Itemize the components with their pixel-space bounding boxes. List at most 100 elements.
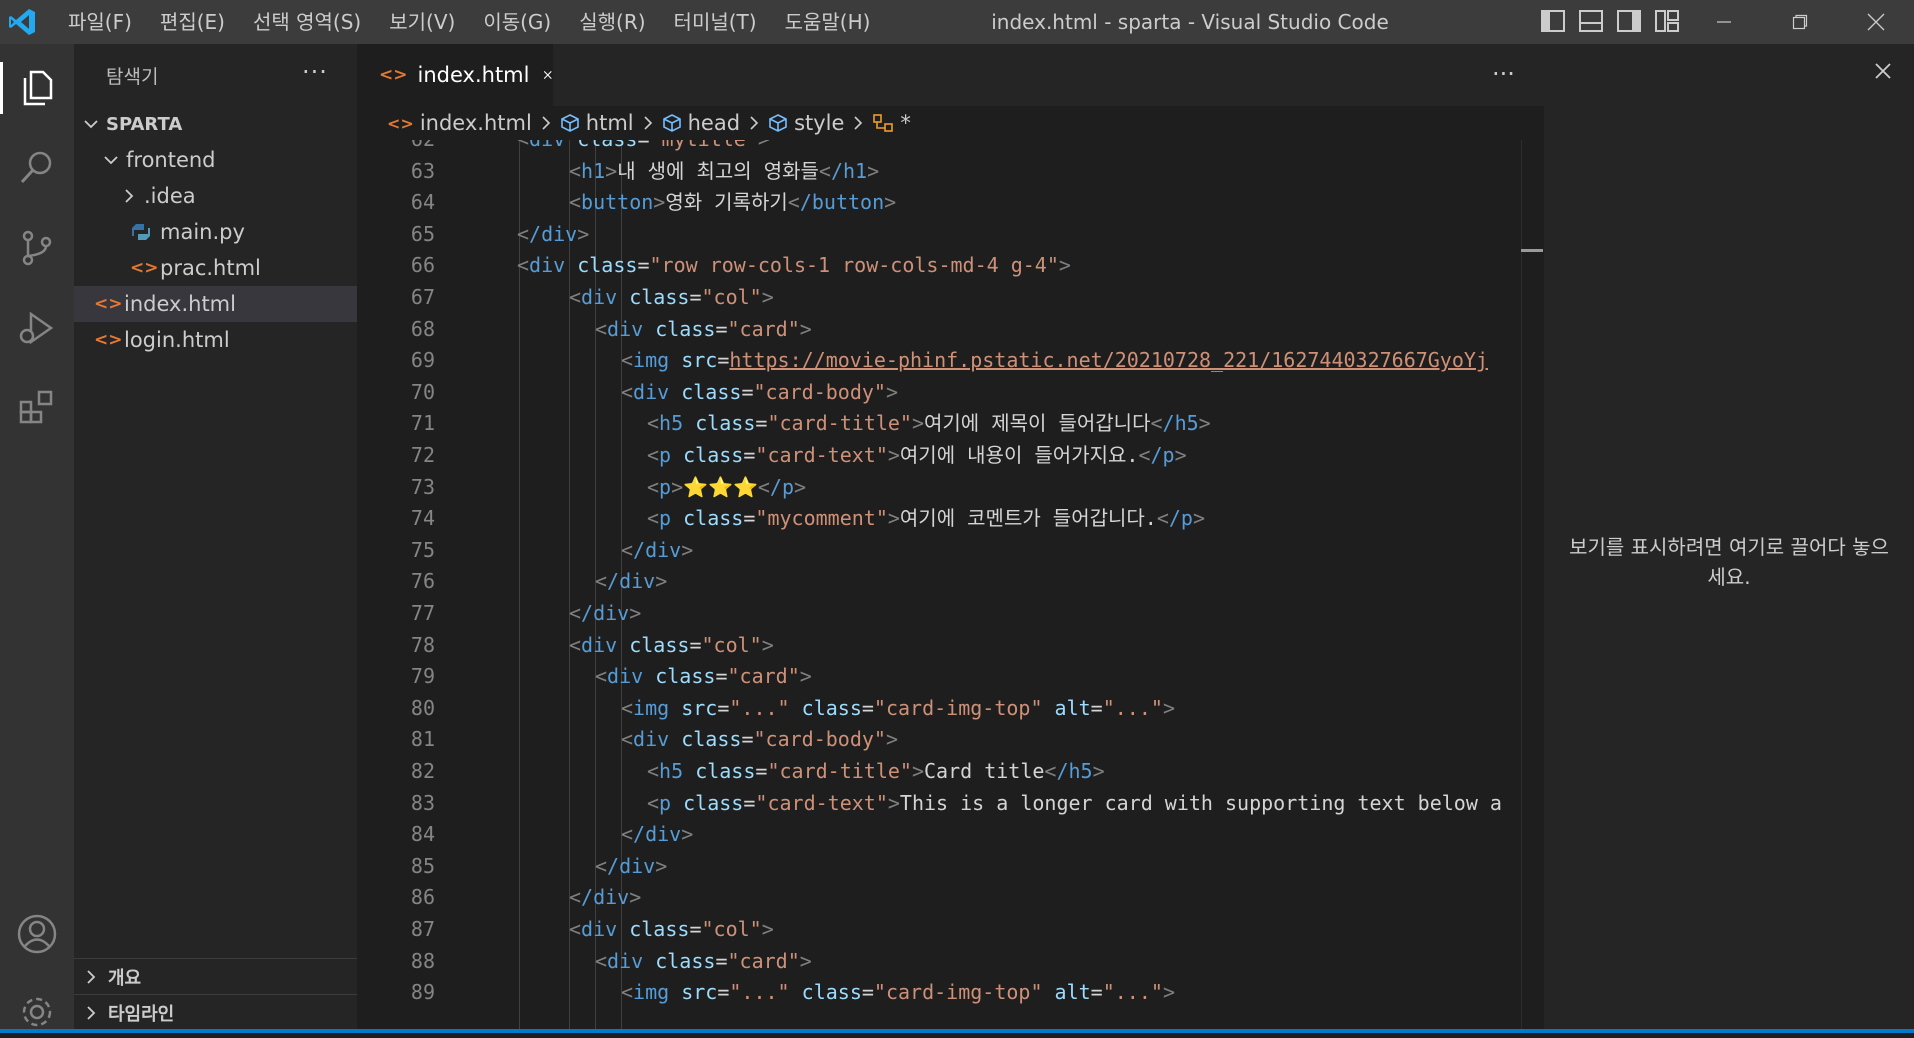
customize-layout-icon[interactable]	[1654, 8, 1680, 34]
timeline-section[interactable]: 타임라인	[74, 994, 357, 1030]
code-line: <div class="card-body">	[621, 379, 898, 404]
account-icon	[17, 914, 57, 954]
chevron-right-icon	[87, 969, 96, 984]
tree-item-label: main.py	[160, 220, 245, 244]
tab-label: index.html	[417, 63, 530, 87]
chevron-right-icon	[644, 116, 652, 130]
workspace-root-label: SPARTA	[106, 113, 183, 135]
search-button[interactable]	[11, 142, 63, 194]
code-line: <img src="..." class="card-img-top" alt=…	[621, 695, 1175, 720]
menu-file[interactable]: 파일(F)	[54, 0, 146, 44]
code-line: </div>	[569, 885, 642, 910]
tree-item-idea[interactable]: .idea	[74, 178, 357, 214]
breadcrumb-selector[interactable]: *	[872, 111, 911, 135]
tree-item-label: .idea	[144, 184, 196, 208]
extensions-button[interactable]	[11, 382, 63, 434]
workspace-root[interactable]: SPARTA	[74, 106, 357, 142]
code-line: <p>⭐⭐⭐</p>	[647, 474, 807, 499]
tree-item-prac-html[interactable]: <> prac.html	[74, 250, 357, 286]
restore-button[interactable]	[1764, 0, 1836, 44]
breadcrumb-head[interactable]: head	[662, 111, 740, 135]
close-icon[interactable]	[1874, 62, 1892, 80]
editor-more-actions[interactable]: ···	[1492, 60, 1515, 88]
code-lines: <div class="mytitle"> <h1>내 생에 최고의 영화들</…	[357, 140, 1544, 1033]
python-file-icon	[132, 224, 150, 240]
menu-help[interactable]: 도움말(H)	[771, 0, 885, 44]
code-line: <img src=https://movie-phinf.pstatic.net…	[621, 348, 1488, 373]
code-line: </div>	[517, 221, 590, 246]
status-bar-edge	[0, 1029, 1914, 1033]
breadcrumb-html[interactable]: html	[560, 111, 634, 135]
close-window-button[interactable]	[1840, 0, 1912, 44]
explorer-more-actions[interactable]: ···	[302, 58, 328, 86]
chevron-right-icon	[542, 116, 550, 130]
chevron-right-icon	[125, 189, 134, 203]
html-file-icon: <>	[94, 330, 123, 350]
toggle-panel-icon[interactable]	[1578, 8, 1604, 34]
run-debug-button[interactable]	[11, 302, 63, 354]
outline-label: 개요	[108, 967, 142, 989]
account-button[interactable]	[11, 908, 63, 960]
timeline-label: 타임라인	[108, 1003, 175, 1025]
html-file-icon: <>	[387, 113, 414, 133]
menu-run[interactable]: 실행(R)	[565, 0, 659, 44]
menu-terminal[interactable]: 터미널(T)	[660, 0, 771, 44]
menu-selection[interactable]: 선택 영역(S)	[239, 0, 375, 44]
tree-item-label: login.html	[124, 328, 230, 352]
outline-section[interactable]: 개요	[74, 958, 357, 994]
restore-icon	[1792, 14, 1808, 30]
code-line: <div class="card">	[595, 664, 812, 689]
code-line: <h5 class="card-title">Card title</h5>	[647, 759, 1105, 783]
code-line: <div class="col">	[569, 632, 774, 657]
cube-symbol-icon	[769, 114, 787, 132]
code-line: <p class="mycomment">여기에 코멘트가 들어갑니다.</p>	[647, 506, 1206, 531]
menu-go[interactable]: 이동(G)	[469, 0, 565, 44]
code-line: <button>영화 기록하기</button>	[569, 190, 897, 215]
code-line: <div class="card">	[595, 316, 812, 341]
breadcrumb: <> index.html html head style *	[357, 106, 1544, 140]
tab-index-html[interactable]: <> index.html	[357, 44, 553, 106]
code-line: <h1>내 생에 최고의 영화들</h1>	[569, 158, 880, 183]
minimize-button[interactable]	[1688, 0, 1760, 44]
code-line: </div>	[569, 601, 642, 625]
tree-item-label: prac.html	[160, 256, 261, 280]
explorer-header: 탐색기 ···	[74, 44, 357, 106]
menu-edit[interactable]: 편집(E)	[146, 0, 239, 44]
code-line: <div class="col">	[569, 917, 774, 941]
chevron-right-icon	[750, 116, 759, 130]
search-icon	[20, 151, 52, 184]
menu-view[interactable]: 보기(V)	[375, 0, 469, 44]
code-line: <p class="card-text">This is a longer ca…	[647, 790, 1502, 815]
tree-item-frontend[interactable]: frontend	[74, 142, 357, 178]
code-line: <img src="..." class="card-img-top" alt=…	[621, 980, 1175, 1005]
code-line: </div>	[595, 569, 668, 594]
tree-item-index-html[interactable]: <> index.html	[74, 286, 357, 322]
close-icon	[1867, 13, 1885, 31]
toggle-primary-sidebar-icon[interactable]	[1540, 8, 1566, 34]
drop-view-message: 보기를 표시하려면 여기로 끌어다 놓으세요.	[1569, 535, 1889, 589]
breadcrumb-label: style	[794, 111, 845, 135]
html-file-icon: <>	[130, 258, 159, 278]
breadcrumb-file[interactable]: <> index.html	[387, 111, 532, 135]
explorer-icon	[23, 70, 53, 106]
close-tab-icon[interactable]	[543, 67, 553, 83]
extensions-icon	[19, 390, 53, 424]
tree-item-login-html[interactable]: <> login.html	[74, 322, 357, 358]
code-line: <div class="mytitle">	[457, 140, 770, 156]
star-rating: ⭐⭐⭐	[683, 474, 758, 499]
source-control-icon	[22, 230, 52, 266]
breadcrumb-style[interactable]: style	[768, 111, 844, 135]
editor-vertical-scrollbar[interactable]	[1521, 140, 1544, 1033]
explorer-title: 탐색기	[106, 66, 159, 88]
source-control-button[interactable]	[11, 222, 63, 274]
css-selector-icon	[873, 114, 894, 132]
toggle-secondary-sidebar-icon[interactable]	[1616, 8, 1642, 34]
settings-gear-icon	[22, 997, 52, 1027]
chevron-down-icon	[84, 120, 98, 129]
explorer-button[interactable]	[0, 62, 63, 114]
code-editor[interactable]: 62 63 64 65 66 67 68 69 70 71 72 73 74 7…	[357, 140, 1544, 1033]
image-url-link[interactable]: https://movie-phinf.pstatic.net/20210728…	[729, 348, 1488, 372]
tree-item-main-py[interactable]: main.py	[74, 214, 357, 250]
code-line: </div>	[595, 853, 668, 878]
code-line: <div class="col">	[569, 285, 774, 309]
